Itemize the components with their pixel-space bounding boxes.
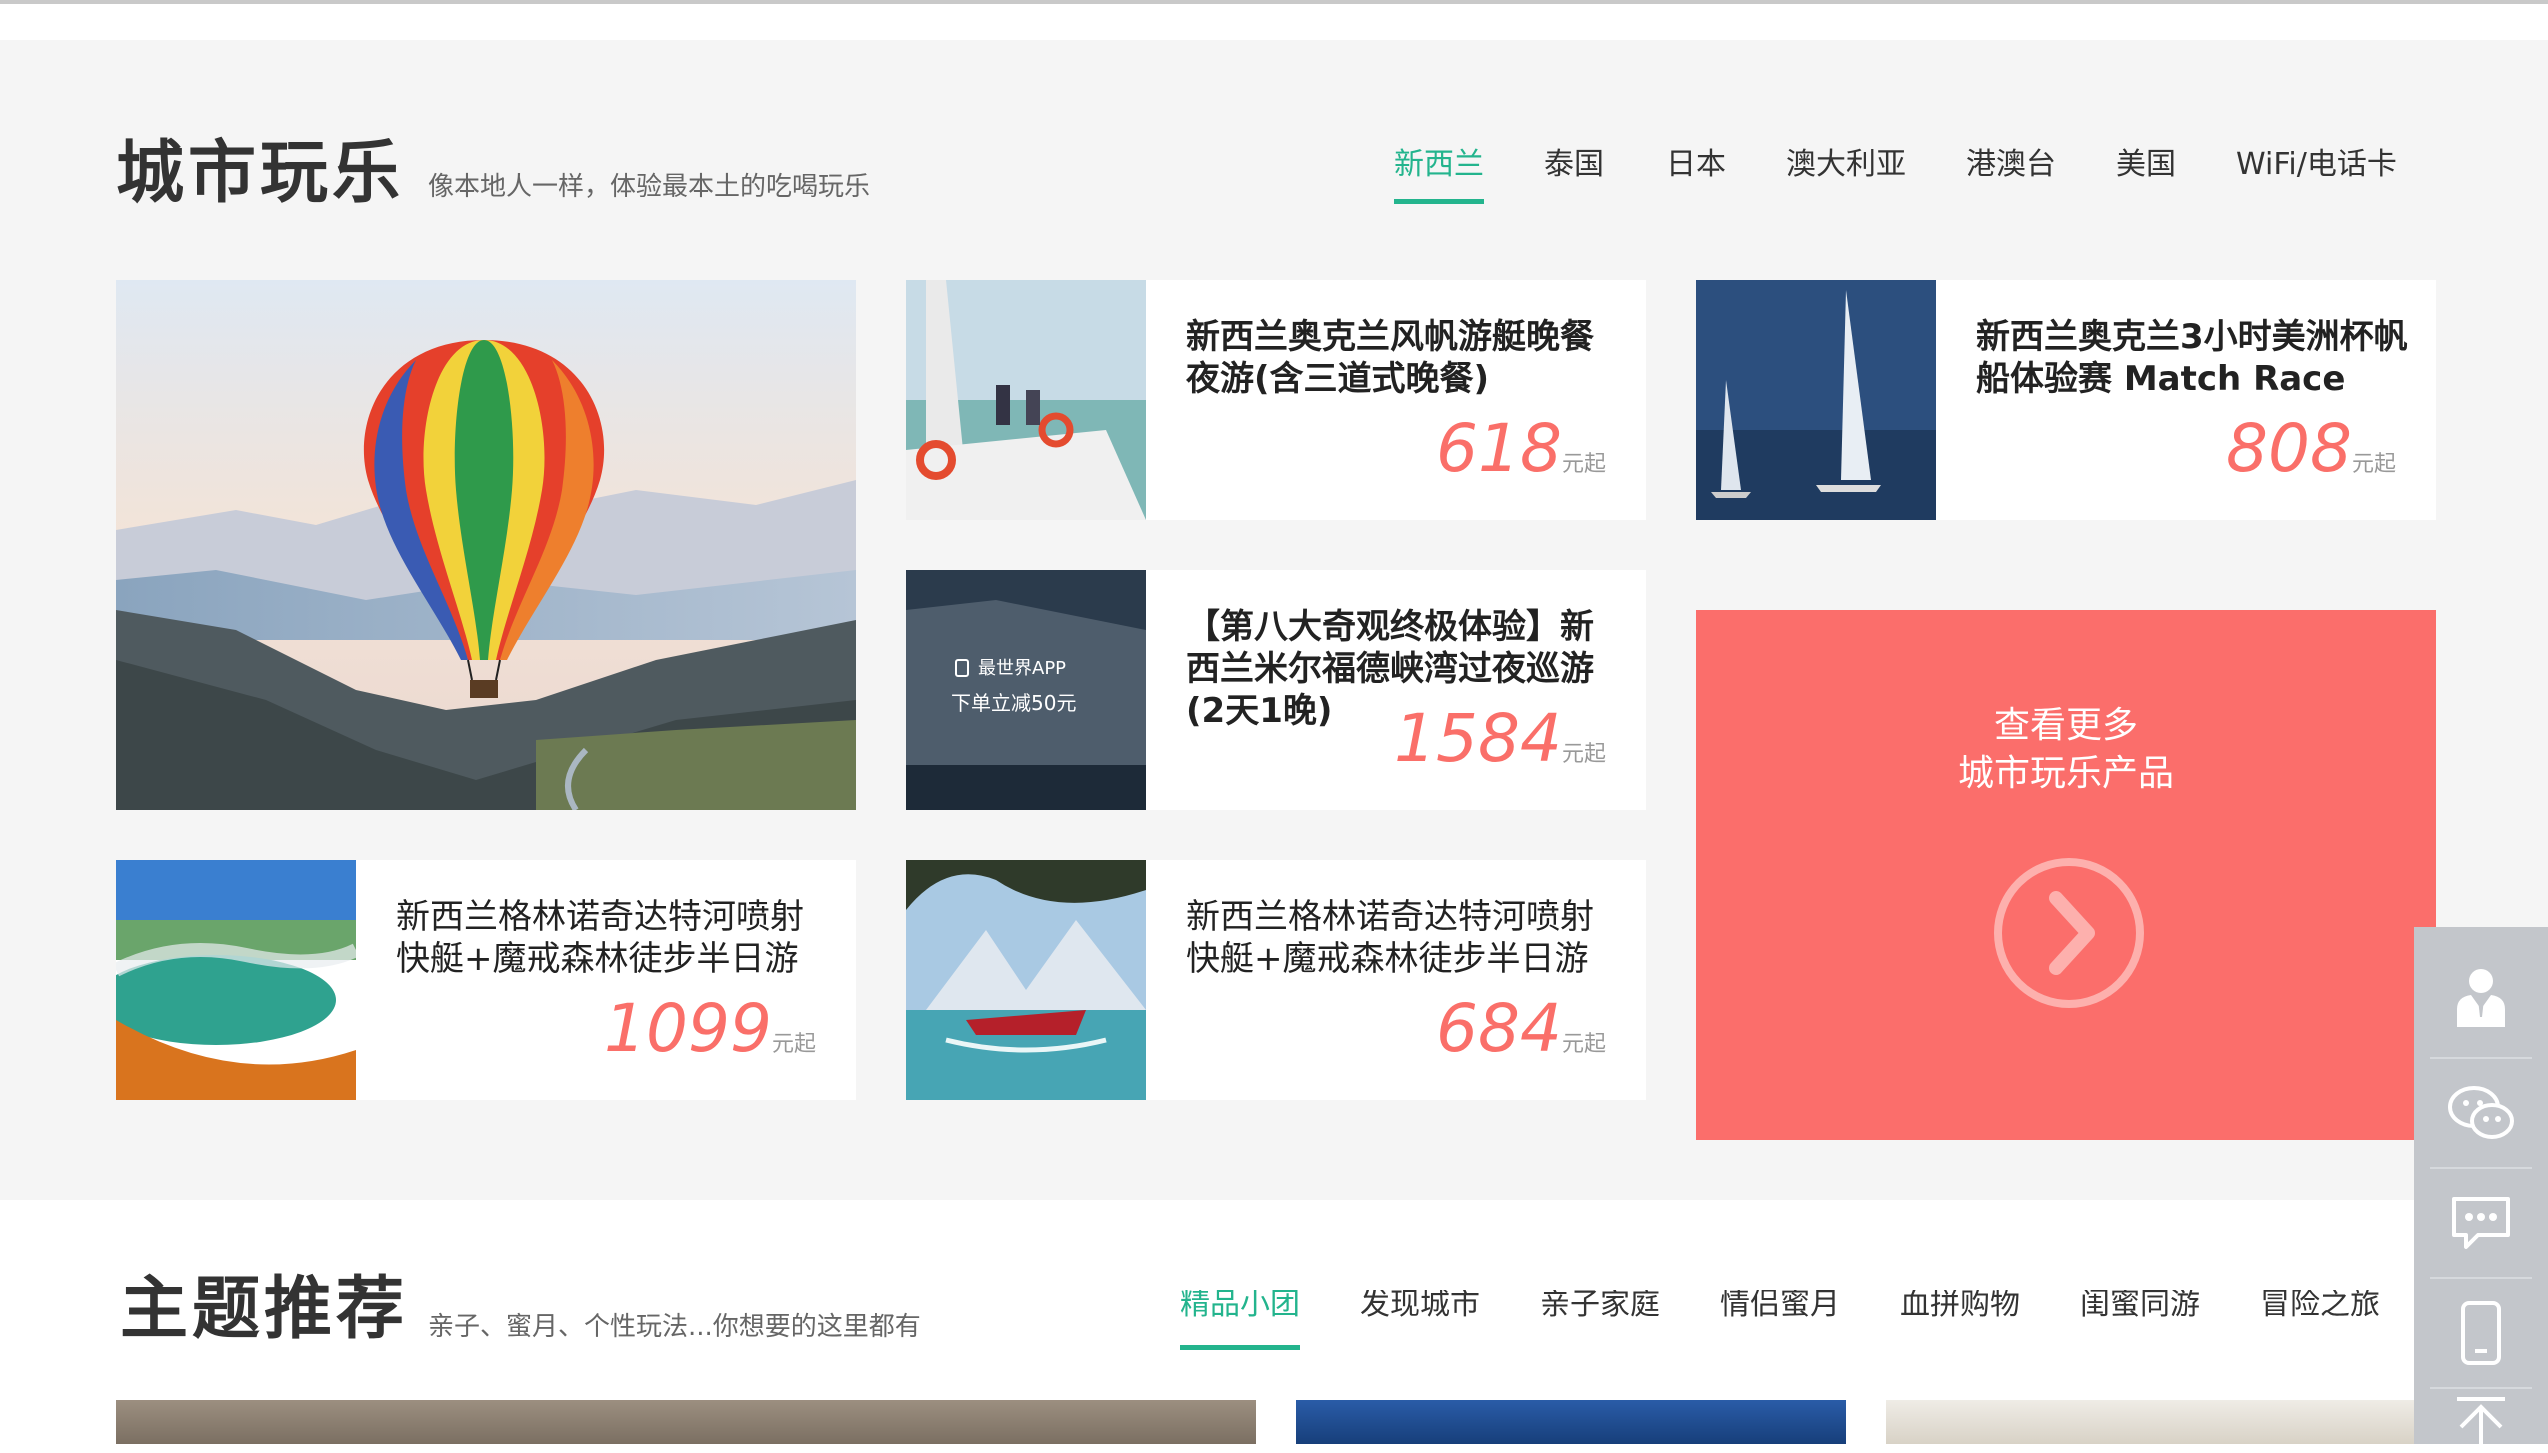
tab-shopping[interactable]: 血拼购物 xyxy=(1900,1290,2020,1350)
milford-sound-promo-image: 最世界APP 下单立减50元 xyxy=(906,570,1146,810)
promo-app-text: 最世界APP xyxy=(978,658,1066,679)
section-title: 主题推荐 xyxy=(120,1270,409,1349)
product-price: 1099元起 xyxy=(604,990,816,1067)
racing-yachts-image xyxy=(1696,280,1936,520)
top-spacer xyxy=(0,4,2548,40)
view-more-line2: 城市玩乐产品 xyxy=(1957,753,2174,794)
tab-thailand[interactable]: 泰国 xyxy=(1544,150,1604,204)
tab-boutique-small-group[interactable]: 精品小团 xyxy=(1180,1290,1300,1350)
product-price: 808元起 xyxy=(2226,410,2396,487)
promo-discount-text: 下单立减50元 xyxy=(951,691,1076,715)
product-card[interactable]: 新西兰格林诺奇达特河喷射快艇+魔戒森林徒步半日游 1099元起 xyxy=(116,860,856,1100)
section-subtitle: 亲子、蜜月、个性玩法...你想要的这里都有 xyxy=(428,1312,921,1342)
divider xyxy=(2430,1057,2532,1059)
sailboat-image xyxy=(906,280,1146,520)
tab-usa[interactable]: 美国 xyxy=(2116,150,2176,204)
mobile-icon[interactable] xyxy=(2414,1283,2548,1383)
tab-wifi-sim[interactable]: WiFi/电话卡 xyxy=(2236,150,2397,204)
theme-card-image[interactable] xyxy=(116,1400,1256,1444)
tab-adventure[interactable]: 冒险之旅 xyxy=(2260,1290,2380,1350)
tab-australia[interactable]: 澳大利亚 xyxy=(1786,150,1906,204)
product-price: 684元起 xyxy=(1436,990,1606,1067)
theme-card-image[interactable] xyxy=(1886,1400,2414,1444)
tab-japan[interactable]: 日本 xyxy=(1666,150,1726,204)
chat-icon[interactable] xyxy=(2414,1173,2548,1273)
product-card[interactable]: 最世界APP 下单立减50元 【第八大奇观终极体验】新西兰米尔福德峡湾过夜巡游(… xyxy=(906,570,1646,810)
view-more-line1: 查看更多 xyxy=(1993,705,2138,746)
divider xyxy=(2430,1277,2532,1279)
tab-new-zealand[interactable]: 新西兰 xyxy=(1394,150,1484,204)
product-price: 1584元起 xyxy=(1394,700,1606,777)
jet-boat-image xyxy=(906,860,1146,1100)
product-card[interactable]: 新西兰奥克兰风帆游艇晚餐夜游(含三道式晚餐) 618元起 xyxy=(906,280,1646,520)
tab-family[interactable]: 亲子家庭 xyxy=(1540,1290,1660,1350)
divider xyxy=(2430,1167,2532,1169)
theme-recommend-section: 主题推荐 亲子、蜜月、个性玩法...你想要的这里都有 精品小团 发现城市 亲子家… xyxy=(0,1200,2548,1444)
product-card[interactable]: 新西兰奥克兰3小时美洲杯帆船体验赛 Match Race 808元起 xyxy=(1696,280,2436,520)
theme-tabs: 精品小团 发现城市 亲子家庭 情侣蜜月 血拼购物 闺蜜同游 冒险之旅 xyxy=(1180,1290,2414,1350)
tab-honeymoon[interactable]: 情侣蜜月 xyxy=(1720,1290,1840,1350)
tab-hk-macau-taiwan[interactable]: 港澳台 xyxy=(1966,150,2056,204)
tab-discover-city[interactable]: 发现城市 xyxy=(1360,1290,1480,1350)
section-subtitle: 像本地人一样，体验最本土的吃喝玩乐 xyxy=(428,172,871,202)
arrow-right-circle-icon xyxy=(1994,858,2144,1008)
floating-sidebar xyxy=(2414,927,2548,1451)
product-title: 新西兰格林诺奇达特河喷射快艇+魔戒森林徒步半日游 xyxy=(396,897,804,979)
product-title: 新西兰奥克兰3小时美洲杯帆船体验赛 Match Race xyxy=(1976,317,2408,399)
section-title: 城市玩乐 xyxy=(116,134,405,213)
product-title: 新西兰格林诺奇达特河喷射快艇+魔戒森林徒步半日游 xyxy=(1186,897,1594,979)
wechat-icon[interactable] xyxy=(2414,1063,2548,1163)
country-tabs: 新西兰 泰国 日本 澳大利亚 港澳台 美国 WiFi/电话卡 xyxy=(1394,150,2397,204)
product-title: 新西兰奥克兰风帆游艇晚餐夜游(含三道式晚餐) xyxy=(1186,317,1594,399)
city-fun-section: 城市玩乐 像本地人一样，体验最本土的吃喝玩乐 新西兰 泰国 日本 澳大利亚 港澳… xyxy=(0,40,2548,1200)
view-more-products-button[interactable]: 查看更多 城市玩乐产品 xyxy=(1696,610,2436,1140)
back-to-top-icon[interactable] xyxy=(2414,1393,2548,1453)
divider xyxy=(2430,1387,2532,1389)
tab-girlfriends-trip[interactable]: 闺蜜同游 xyxy=(2080,1290,2200,1350)
featured-product-image[interactable] xyxy=(116,280,856,810)
thermal-pool-image xyxy=(116,860,356,1100)
customer-service-icon[interactable] xyxy=(2414,947,2548,1047)
hot-air-balloon-image xyxy=(116,280,856,810)
product-card[interactable]: 新西兰格林诺奇达特河喷射快艇+魔戒森林徒步半日游 684元起 xyxy=(906,860,1646,1100)
product-price: 618元起 xyxy=(1436,410,1606,487)
theme-card-image[interactable] xyxy=(1296,1400,1846,1444)
